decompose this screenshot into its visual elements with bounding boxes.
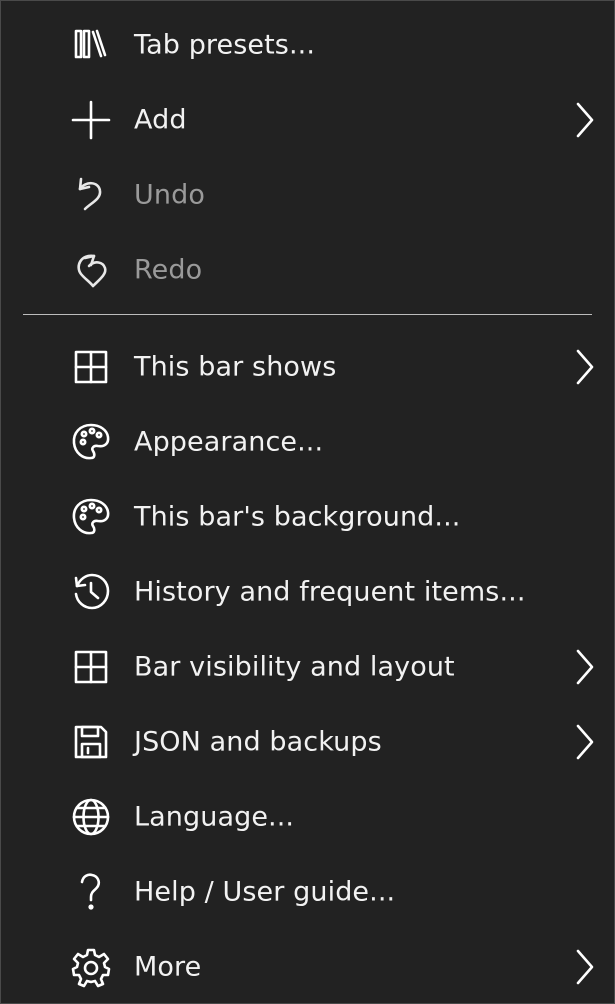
menu-item-json-backups[interactable]: JSON and backups (1, 704, 614, 779)
menu-item-tab-presets[interactable]: Tab presets... (1, 7, 614, 82)
palette-icon (71, 497, 111, 537)
question-icon (71, 872, 111, 912)
menu-item-undo[interactable]: Undo (1, 157, 614, 232)
menu-item-more[interactable]: More (1, 929, 614, 1004)
chevron-right-icon (570, 722, 598, 762)
menu-item-label: More (134, 951, 202, 982)
menu-item-bar-visibility[interactable]: Bar visibility and layout (1, 629, 614, 704)
menu-item-help[interactable]: Help / User guide... (1, 854, 614, 929)
grid-icon (71, 347, 111, 387)
save-icon (71, 722, 111, 762)
globe-icon (71, 797, 111, 837)
menu-item-redo[interactable]: Redo (1, 232, 614, 307)
menu-item-label: Appearance... (134, 426, 324, 457)
menu-item-label: History and frequent items... (134, 576, 526, 607)
chevron-right-icon (570, 647, 598, 687)
menu-item-label: Tab presets... (134, 29, 316, 60)
menu-item-appearance[interactable]: Appearance... (1, 404, 614, 479)
palette-icon (71, 422, 111, 462)
gear-icon (71, 947, 111, 987)
grid-icon (71, 647, 111, 687)
chevron-right-icon (570, 947, 598, 987)
menu-item-label: Bar visibility and layout (134, 651, 455, 682)
menu-item-label: Undo (134, 179, 205, 210)
menu-item-label: This bar's background... (134, 501, 461, 532)
chevron-right-icon (570, 347, 598, 387)
plus-icon (71, 100, 111, 140)
undo-icon (71, 175, 111, 215)
menu-item-label: Add (134, 104, 187, 135)
history-icon (71, 572, 111, 612)
menu-item-label: This bar shows (134, 351, 337, 382)
chevron-right-icon (570, 100, 598, 140)
menu-item-history[interactable]: History and frequent items... (1, 554, 614, 629)
menu-item-label: Language... (134, 801, 295, 832)
menu-item-label: JSON and backups (134, 726, 382, 757)
menu-separator (23, 314, 592, 315)
menu-item-this-bar-shows[interactable]: This bar shows (1, 329, 614, 404)
library-icon (71, 25, 111, 65)
redo-icon (71, 250, 111, 290)
menu-item-label: Help / User guide... (134, 876, 396, 907)
menu-item-language[interactable]: Language... (1, 779, 614, 854)
menu-item-bar-background[interactable]: This bar's background... (1, 479, 614, 554)
menu-item-label: Redo (134, 254, 203, 285)
menu-item-add[interactable]: Add (1, 82, 614, 157)
context-menu: Tab presets... Add Undo Redo This bar sh… (0, 0, 615, 1004)
